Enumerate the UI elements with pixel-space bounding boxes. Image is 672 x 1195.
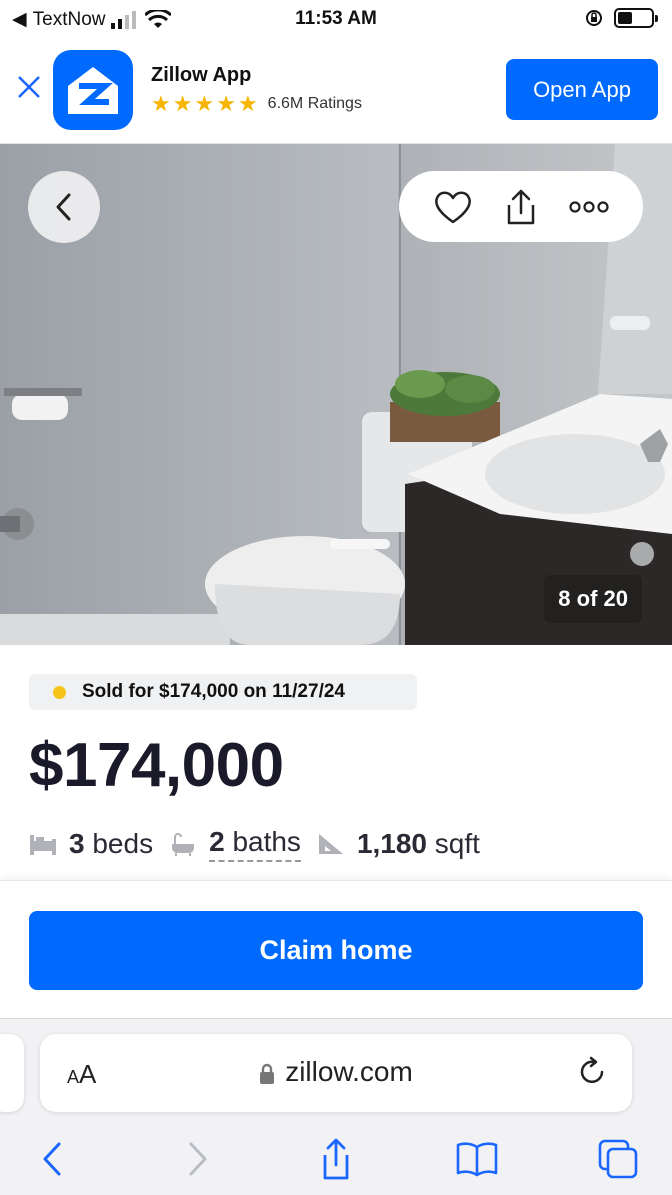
lock-icon bbox=[260, 1063, 275, 1084]
zillow-logo-icon bbox=[53, 50, 133, 130]
sqft-fact: 1,180 sqft bbox=[317, 828, 480, 860]
listing-price: $174,000 bbox=[29, 731, 284, 800]
sqft-label: sqft bbox=[434, 828, 480, 859]
star-icon: ★ bbox=[172, 91, 193, 116]
smart-app-banner: Zillow App ★ ★ ★ ★ ★ 6.6M Ratings Open A… bbox=[0, 38, 672, 144]
carrier-label: TextNow bbox=[32, 8, 106, 30]
reload-icon[interactable] bbox=[578, 1056, 608, 1088]
bathtub-icon bbox=[172, 833, 195, 856]
heart-icon[interactable] bbox=[433, 189, 473, 225]
baths-label: baths bbox=[232, 826, 301, 857]
beds-label: beds bbox=[92, 828, 154, 859]
app-name: Zillow App bbox=[151, 64, 252, 86]
more-icon[interactable] bbox=[569, 200, 609, 214]
sold-text: Sold for $174,000 on 11/27/24 bbox=[82, 681, 345, 702]
star-icon: ★ bbox=[216, 91, 236, 116]
forward-icon[interactable] bbox=[174, 1135, 222, 1183]
sqft-count: 1,180 bbox=[356, 828, 428, 859]
tabs-icon[interactable] bbox=[594, 1135, 642, 1183]
address-bar[interactable]: AA zillow.com bbox=[40, 1034, 632, 1112]
home-facts: 3 beds 2 baths 1,180 sqft bbox=[29, 824, 496, 864]
baths-count: 2 bbox=[209, 826, 225, 857]
close-icon[interactable] bbox=[16, 74, 46, 104]
back-icon[interactable] bbox=[28, 1135, 76, 1183]
signal-icon bbox=[111, 10, 137, 29]
wifi-icon bbox=[145, 9, 172, 28]
chevron-left-icon bbox=[56, 193, 71, 221]
back-button[interactable] bbox=[28, 171, 100, 243]
status-left: ◀ TextNow bbox=[12, 8, 172, 31]
battery-level bbox=[618, 12, 632, 24]
url-display[interactable]: zillow.com bbox=[40, 1056, 632, 1088]
claim-home-button[interactable]: Claim home bbox=[29, 911, 643, 990]
open-app-button[interactable]: Open App bbox=[506, 59, 658, 120]
orientation-lock-icon bbox=[586, 10, 602, 26]
previous-tab-preview[interactable] bbox=[0, 1034, 24, 1112]
status-bar: ◀ TextNow 11:53 AM bbox=[0, 0, 672, 38]
ratings-count: 6.6M Ratings bbox=[267, 95, 362, 112]
url-text: zillow.com bbox=[285, 1056, 413, 1087]
rating-row: ★ ★ ★ ★ ★ 6.6M Ratings bbox=[151, 93, 362, 115]
star-icon: ★ bbox=[237, 91, 258, 116]
share-icon[interactable] bbox=[501, 187, 541, 227]
browser-toolbar bbox=[0, 1129, 672, 1189]
bookmarks-icon[interactable] bbox=[453, 1135, 501, 1183]
star-icon: ★ bbox=[151, 91, 171, 116]
star-icon: ★ bbox=[194, 91, 215, 116]
status-dot-icon bbox=[53, 685, 66, 699]
back-to-app-icon[interactable]: ◀ bbox=[12, 8, 27, 31]
battery-icon bbox=[614, 8, 658, 28]
cta-bar: Claim home bbox=[0, 880, 672, 1018]
browser-bottom-bar: AA zillow.com bbox=[0, 1018, 672, 1195]
share-icon[interactable] bbox=[312, 1135, 360, 1183]
photo-counter: 8 of 20 bbox=[544, 575, 642, 623]
beds-fact: 3 beds bbox=[29, 828, 153, 860]
ruler-triangle-icon bbox=[318, 834, 343, 854]
photo-actions bbox=[399, 171, 643, 242]
status-right bbox=[584, 8, 658, 28]
bed-icon bbox=[30, 835, 56, 855]
beds-count: 3 bbox=[69, 828, 85, 859]
baths-fact[interactable]: 2 baths bbox=[169, 826, 301, 862]
listing-photo[interactable]: 8 of 20 bbox=[0, 144, 672, 645]
sold-badge: Sold for $174,000 on 11/27/24 bbox=[29, 674, 417, 710]
